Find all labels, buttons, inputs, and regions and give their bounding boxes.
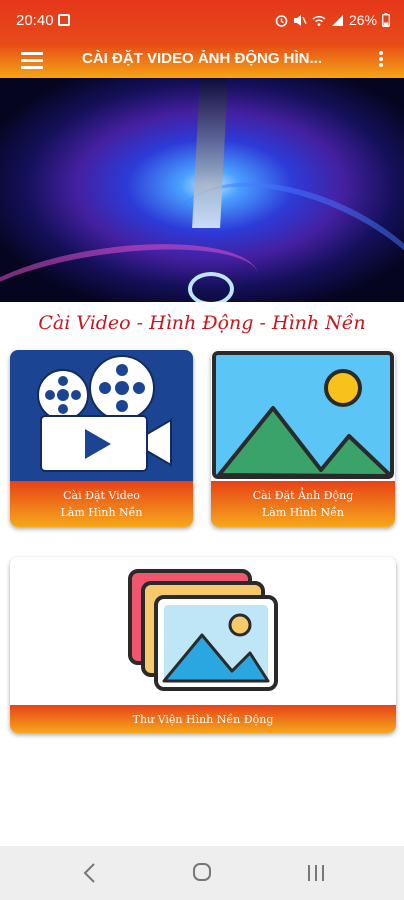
back-icon (83, 863, 95, 883)
video-camera-icon (37, 355, 172, 472)
tagline: Cài Video - Hình Động - Hình Nền (38, 312, 366, 334)
app-bar: CÀI ĐẶT VIDEO ẢNH ĐỘNG HÌN... (0, 44, 404, 78)
more-options-button[interactable] (376, 49, 386, 73)
nav-home-button[interactable] (182, 858, 222, 888)
card-label: Thư Viện Hình Nền Động (10, 705, 396, 733)
set-gif-wallpaper-card[interactable]: Cài Đặt Ảnh Động Làm Hình Nền (211, 350, 395, 527)
app-title: CÀI ĐẶT VIDEO ẢNH ĐỘNG HÌN... (82, 50, 323, 67)
status-time: 20:40 (16, 12, 54, 29)
home-icon (193, 863, 211, 881)
hamburger-icon (21, 52, 43, 55)
alarm-icon (275, 14, 288, 27)
status-icons: 26% (275, 12, 390, 28)
battery-percent: 26% (348, 12, 377, 28)
recents-icon (308, 865, 324, 881)
system-nav-bar (0, 846, 404, 900)
wallpaper-library-card[interactable]: Thư Viện Hình Nền Động (10, 557, 396, 733)
banner-slider[interactable] (0, 78, 404, 302)
menu-button[interactable] (18, 47, 46, 75)
card-label: Cài Đặt Ảnh Động Làm Hình Nền (211, 481, 395, 527)
wifi-icon (312, 15, 326, 26)
status-bar: 20:40 26% (0, 0, 404, 44)
set-video-wallpaper-card[interactable]: Cài Đặt Video Làm Hình Nền (10, 350, 193, 527)
card-label: Cài Đặt Video Làm Hình Nền (10, 481, 193, 527)
mute-icon (293, 14, 307, 26)
nav-back-button[interactable] (70, 858, 110, 888)
more-vert-icon (379, 51, 383, 55)
image-gallery-icon (128, 569, 278, 691)
signal-icon (331, 14, 343, 26)
nav-recents-button[interactable] (296, 858, 336, 888)
gallery-icon (58, 14, 70, 26)
landscape-image-icon (212, 351, 394, 479)
battery-icon (382, 13, 390, 27)
